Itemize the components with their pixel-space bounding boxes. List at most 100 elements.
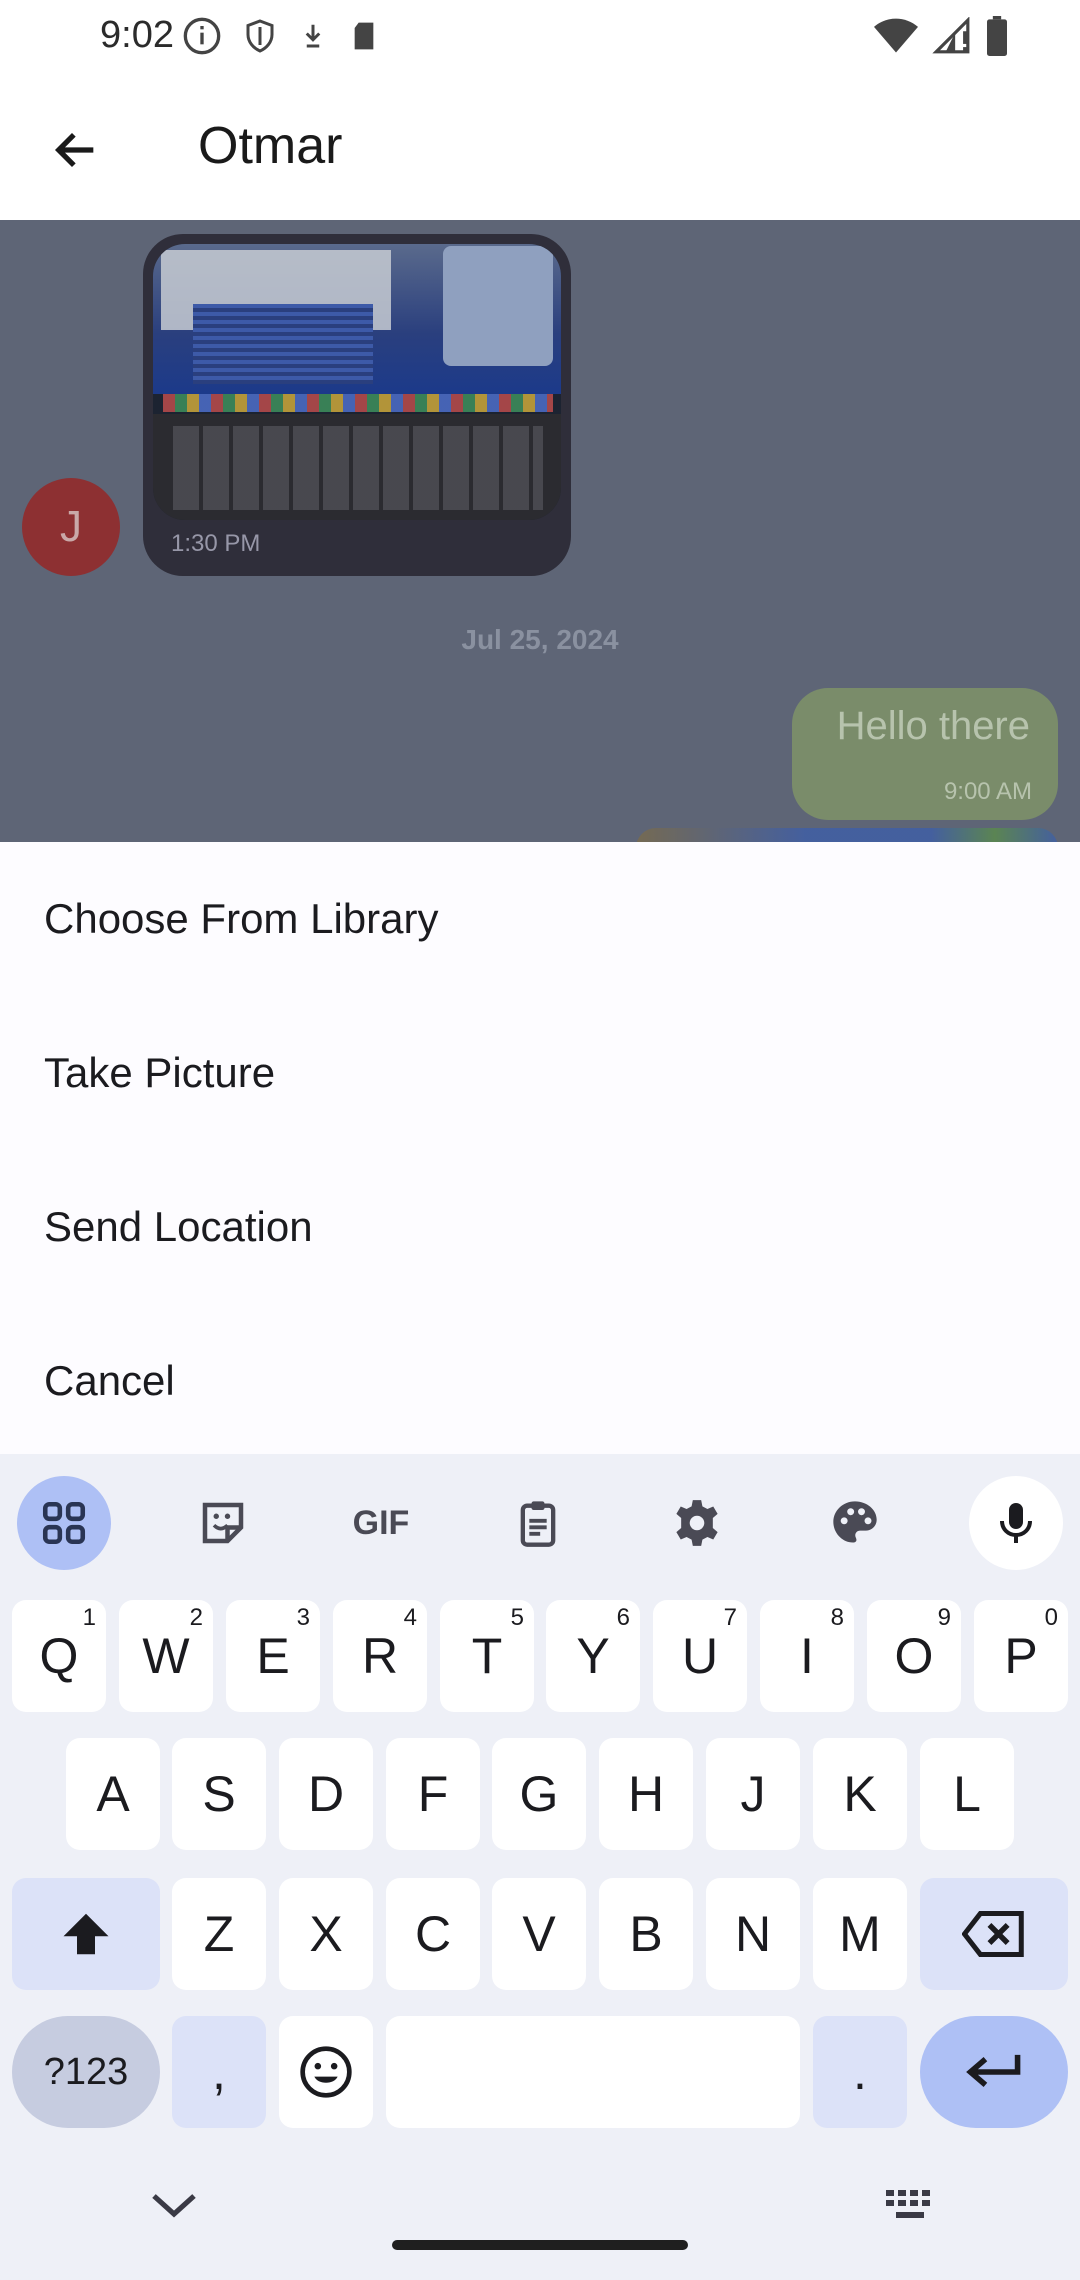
key-r[interactable]: R4 (333, 1600, 427, 1712)
key-hint: 1 (82, 1604, 96, 1631)
key-hint: 8 (830, 1604, 844, 1631)
navigation-bar (0, 2140, 1080, 2280)
theme-button[interactable] (808, 1476, 902, 1570)
key-m[interactable]: M (813, 1878, 907, 1990)
back-button[interactable] (36, 110, 116, 190)
key-hint: 5 (510, 1604, 524, 1631)
key-b[interactable]: B (599, 1878, 693, 1990)
partial-image-bubble[interactable] (636, 828, 1058, 842)
info-icon (183, 17, 221, 55)
thumb-code (193, 304, 373, 384)
palette-icon (833, 1501, 877, 1543)
key-hint: 0 (1044, 1604, 1058, 1631)
enter-key[interactable] (920, 2016, 1068, 2128)
key-label: E (256, 1628, 290, 1684)
cancel-option[interactable]: Cancel (0, 1304, 1080, 1458)
key-q[interactable]: Q1 (12, 1600, 106, 1712)
thumb-dock (163, 394, 553, 412)
image-message-bubble[interactable]: 1:30 PM (143, 234, 571, 576)
keyboard-switch-icon[interactable] (882, 2186, 938, 2226)
settings-button[interactable] (650, 1476, 744, 1570)
status-time: 9:02 (100, 14, 174, 56)
clipboard-button[interactable] (491, 1476, 585, 1570)
key-hint: 3 (296, 1604, 310, 1631)
sticker-button[interactable] (176, 1476, 270, 1570)
key-l[interactable]: L (920, 1738, 1014, 1850)
date-separator: Jul 25, 2024 (461, 624, 619, 655)
home-indicator[interactable] (392, 2240, 688, 2250)
gear-icon (676, 1500, 718, 1546)
message-time: 9:00 AM (943, 778, 1032, 805)
chevron-down-icon[interactable] (146, 2186, 202, 2226)
arrow-back-icon (54, 132, 94, 168)
avatar[interactable]: J (22, 478, 120, 576)
key-j[interactable]: J (706, 1738, 800, 1850)
gif-button[interactable]: GIF (334, 1476, 428, 1570)
backspace-icon (962, 1911, 1024, 1957)
key-a[interactable]: A (66, 1738, 160, 1850)
key-z[interactable]: Z (172, 1878, 266, 1990)
key-i[interactable]: I8 (760, 1600, 854, 1712)
key-hint: 7 (723, 1604, 737, 1631)
key-hint: 2 (189, 1604, 203, 1631)
download-icon (305, 24, 321, 48)
apps-grid-icon (42, 1501, 86, 1545)
take-picture-option[interactable]: Take Picture (0, 996, 1080, 1150)
thumb-phone-window (443, 246, 553, 366)
status-icons-left (182, 14, 380, 58)
key-hint: 9 (937, 1604, 951, 1631)
key-u[interactable]: U7 (653, 1600, 747, 1712)
key-label: I (800, 1628, 814, 1684)
key-x[interactable]: X (279, 1878, 373, 1990)
period-key[interactable]: . (813, 2016, 907, 2128)
key-v[interactable]: V (492, 1878, 586, 1990)
emoji-key[interactable] (279, 2016, 373, 2128)
key-o[interactable]: O9 (867, 1600, 961, 1712)
key-d[interactable]: D (279, 1738, 373, 1850)
key-g[interactable]: G (492, 1738, 586, 1850)
message-text: Hello there (836, 704, 1030, 748)
shield-icon (246, 19, 274, 53)
keyboard-row-4: ?123 , . (0, 2016, 1080, 2128)
key-f[interactable]: F (386, 1738, 480, 1850)
keyboard-row-3: Z X C V B N M (0, 1878, 1080, 1990)
key-t[interactable]: T5 (440, 1600, 534, 1712)
space-bar[interactable] (386, 2016, 800, 2128)
key-label: T (471, 1628, 503, 1684)
wifi-icon (874, 18, 918, 53)
gif-icon: GIF (352, 1503, 410, 1542)
key-label: W (142, 1628, 190, 1684)
key-w[interactable]: W2 (119, 1600, 213, 1712)
battery-icon (987, 16, 1007, 56)
outgoing-message-bubble[interactable]: Hello there 9:00 AM (792, 688, 1058, 820)
key-h[interactable]: H (599, 1738, 693, 1850)
shift-key[interactable] (12, 1878, 160, 1990)
thumb-keys (173, 426, 543, 510)
key-label: U (681, 1628, 719, 1684)
voice-input-button[interactable] (969, 1476, 1063, 1570)
message-time: 1:30 PM (171, 530, 261, 557)
key-y[interactable]: Y6 (546, 1600, 640, 1712)
action-sheet: Choose From Library Take Picture Send Lo… (0, 842, 1080, 1454)
comma-key[interactable]: , (172, 2016, 266, 2128)
key-e[interactable]: E3 (226, 1600, 320, 1712)
key-label: Y (576, 1628, 610, 1684)
mic-icon (1000, 1503, 1032, 1543)
symbols-key[interactable]: ?123 (12, 2016, 160, 2128)
key-p[interactable]: P0 (974, 1600, 1068, 1712)
apps-grid-button[interactable] (17, 1476, 111, 1570)
key-k[interactable]: K (813, 1738, 907, 1850)
keyboard-row-1: Q1 W2 E3 R4 T5 Y6 U7 I8 O9 P0 (0, 1600, 1080, 1712)
key-s[interactable]: S (172, 1738, 266, 1850)
key-c[interactable]: C (386, 1878, 480, 1990)
choose-from-library-option[interactable]: Choose From Library (0, 842, 1080, 996)
send-location-option[interactable]: Send Location (0, 1150, 1080, 1304)
chat-scrim[interactable]: J 1:30 PM Jul 25, 2024 Hello there 9:00 … (0, 220, 1080, 842)
backspace-key[interactable] (920, 1878, 1068, 1990)
image-attachment[interactable] (153, 244, 561, 520)
enter-icon (966, 2054, 1021, 2087)
emoji-icon (300, 2046, 352, 2098)
key-label: Q (39, 1628, 79, 1684)
key-n[interactable]: N (706, 1878, 800, 1990)
shift-icon (63, 1913, 109, 1955)
